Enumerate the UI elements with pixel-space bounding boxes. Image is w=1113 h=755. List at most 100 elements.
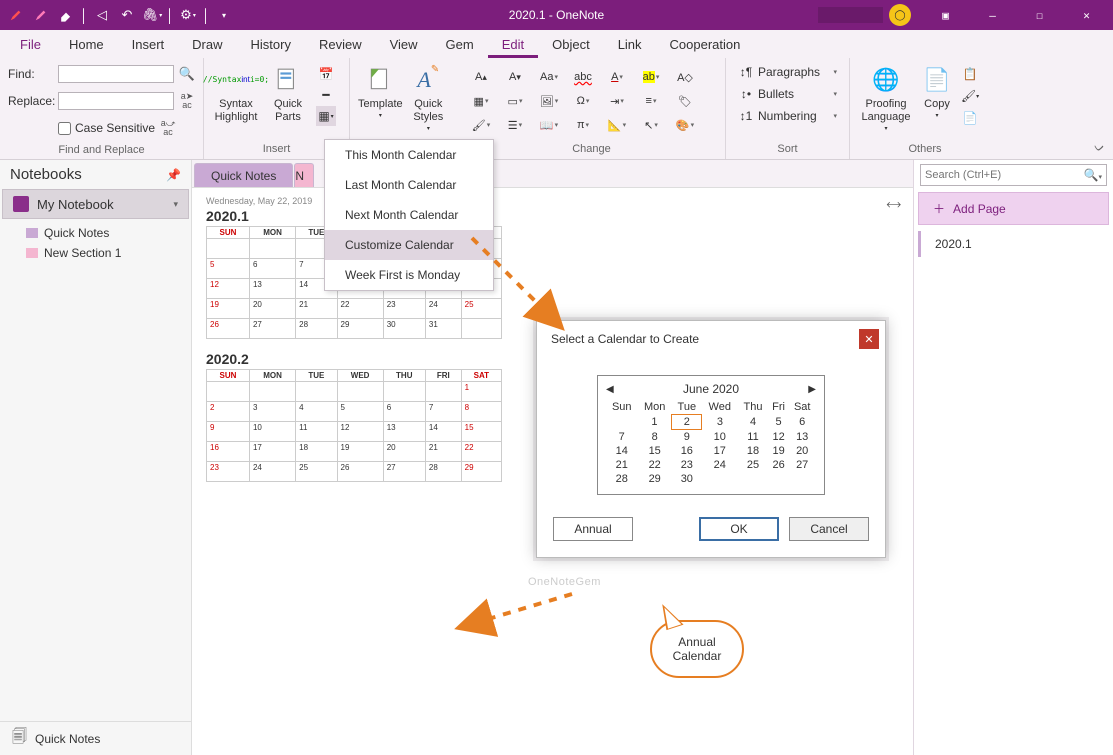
menu-insert[interactable]: Insert: [118, 31, 179, 58]
replace-all-icon[interactable]: a⤻ac: [159, 119, 177, 137]
shape-icon[interactable]: ▭▾: [500, 90, 530, 112]
user-name-strip[interactable]: [818, 7, 883, 23]
back-icon[interactable]: ◁: [90, 3, 114, 27]
doc-icon[interactable]: 📄: [960, 108, 980, 128]
dialog-close-button[interactable]: ✕: [859, 329, 879, 349]
minimize-button[interactable]: —: [970, 0, 1015, 30]
qat-customize-icon[interactable]: ▾: [212, 3, 236, 27]
dd-this-month[interactable]: This Month Calendar: [325, 140, 493, 170]
align-icon[interactable]: ≡▾: [636, 90, 666, 112]
section-quick-notes[interactable]: Quick Notes: [0, 223, 191, 243]
section-new-section-1[interactable]: New Section 1: [0, 243, 191, 263]
separator-icon: │: [201, 3, 211, 27]
menu-object[interactable]: Object: [538, 31, 604, 58]
tag-icon[interactable]: 🏷: [670, 90, 700, 112]
sort-numbering[interactable]: ↕1Numbering▾: [734, 106, 841, 126]
ruler-icon[interactable]: 📐▾: [602, 114, 632, 136]
calendar-small-icon[interactable]: 📅: [316, 64, 336, 84]
replace-one-icon[interactable]: a➤ac: [178, 92, 196, 110]
search-box[interactable]: 🔍▾: [920, 164, 1107, 186]
select-icon[interactable]: ↖▾: [636, 114, 666, 136]
font-increase-icon[interactable]: A▴: [466, 66, 496, 88]
syntax-highlight-button[interactable]: //Syntaxint i=0; Syntax Highlight: [212, 62, 260, 124]
paint-icon[interactable]: 🎨▾: [670, 114, 700, 136]
copy-button[interactable]: 📄 Copy ▾: [918, 62, 956, 120]
eraser-icon[interactable]: [54, 3, 78, 27]
change-case-icon[interactable]: Aa▾: [534, 66, 564, 88]
menu-gem[interactable]: Gem: [432, 31, 488, 58]
horizontal-line-icon[interactable]: ━: [316, 85, 336, 105]
dialog-calendar[interactable]: SunMonTueWedThuFriSat1234567891011121314…: [606, 400, 816, 486]
menu-file[interactable]: File: [6, 31, 55, 58]
user-avatar[interactable]: ◯: [889, 4, 911, 26]
sort-bullets[interactable]: ↕•Bullets▾: [734, 84, 841, 104]
attach-icon[interactable]: 🖇▾: [140, 3, 164, 27]
page-item-2020-1[interactable]: 2020.1: [918, 231, 1109, 257]
watermark: OneNoteGem: [528, 576, 601, 588]
template-button[interactable]: Template ▾: [358, 62, 403, 120]
list-icon[interactable]: ☰▾: [500, 114, 530, 136]
menu-draw[interactable]: Draw: [178, 31, 236, 58]
pi-icon[interactable]: π▾: [568, 114, 598, 136]
symbol-icon[interactable]: Ω▾: [568, 90, 598, 112]
menu-view[interactable]: View: [376, 31, 432, 58]
group-change: A▴ A▾ Aa▾ abc A▾ ab▾ A◇ ▦▾ ▭▾ 🖼▾ Ω▾ ⇥▾ ≡…: [458, 58, 726, 159]
section-color-icon: [26, 228, 38, 238]
ribbon-display-button[interactable]: ▣: [923, 0, 968, 30]
replace-input[interactable]: [58, 92, 174, 110]
indent-icon[interactable]: ⇥▾: [602, 90, 632, 112]
pen-red-icon[interactable]: [4, 3, 28, 27]
paragraphs-icon: ↕¶: [738, 65, 754, 79]
font-color-icon[interactable]: A▾: [602, 66, 632, 88]
search-icon[interactable]: 🔍: [178, 66, 196, 82]
dd-next-month[interactable]: Next Month Calendar: [325, 200, 493, 230]
menu-home[interactable]: Home: [55, 31, 118, 58]
select-calendar-dialog: Select a Calendar to Create ✕ ◀ June 202…: [536, 320, 886, 558]
ok-button[interactable]: OK: [699, 517, 779, 541]
menu-edit[interactable]: Edit: [488, 31, 538, 58]
quick-notes-icon[interactable]: 🗐: [12, 726, 27, 751]
menu-history[interactable]: History: [237, 31, 305, 58]
spellcheck-icon[interactable]: abc: [568, 66, 598, 88]
undo-icon[interactable]: ↶: [115, 3, 139, 27]
tab-new-section[interactable]: N: [294, 163, 314, 187]
calendar-dropdown-button[interactable]: ▦▾: [316, 106, 336, 126]
dd-last-month[interactable]: Last Month Calendar: [325, 170, 493, 200]
brush2-icon[interactable]: 🖌▾: [960, 86, 980, 106]
reading-icon[interactable]: 📖▾: [534, 114, 564, 136]
font-decrease-icon[interactable]: A▾: [500, 66, 530, 88]
search-input[interactable]: [925, 169, 1084, 181]
quick-styles-button[interactable]: A✎ Quick Styles ▾: [407, 62, 450, 134]
annotation-arrow-2: [448, 588, 578, 638]
highlight-icon[interactable]: ab▾: [636, 66, 666, 88]
sort-paragraphs[interactable]: ↕¶Paragraphs▾: [734, 62, 841, 82]
maximize-button[interactable]: ☐: [1017, 0, 1062, 30]
quick-parts-button[interactable]: Quick Parts: [264, 62, 312, 124]
gear-refresh-icon[interactable]: ⚙▾: [176, 3, 200, 27]
case-sensitive-checkbox[interactable]: [58, 122, 71, 135]
tab-quick-notes[interactable]: Quick Notes: [194, 163, 293, 187]
proofing-language-button[interactable]: 🌐 Proofing Language ▾: [858, 62, 914, 134]
template-icon: [364, 64, 396, 96]
image-icon[interactable]: 🖼▾: [534, 90, 564, 112]
annual-button[interactable]: Annual: [553, 517, 633, 541]
clipboard-icon[interactable]: 📋: [960, 64, 980, 84]
brush-icon[interactable]: 🖌▾: [466, 114, 496, 136]
footer-quick-notes[interactable]: Quick Notes: [35, 732, 100, 746]
close-button[interactable]: ✕: [1064, 0, 1109, 30]
prev-month-button[interactable]: ◀: [606, 384, 614, 395]
cancel-button[interactable]: Cancel: [789, 517, 869, 541]
menu-cooperation[interactable]: Cooperation: [656, 31, 755, 58]
table-icon[interactable]: ▦▾: [466, 90, 496, 112]
pin-icon[interactable]: 📌: [166, 168, 181, 182]
notebook-selector[interactable]: My Notebook ▾: [2, 189, 189, 219]
menu-link[interactable]: Link: [604, 31, 656, 58]
find-label: Find:: [8, 67, 54, 81]
ribbon-collapse-icon[interactable]: ᨆ: [1094, 140, 1105, 155]
menu-review[interactable]: Review: [305, 31, 376, 58]
pen-pink-icon[interactable]: [29, 3, 53, 27]
find-input[interactable]: [58, 65, 174, 83]
add-page-button[interactable]: ＋ Add Page: [918, 192, 1109, 225]
clear-format-icon[interactable]: A◇: [670, 66, 700, 88]
next-month-button[interactable]: ▶: [808, 384, 816, 395]
